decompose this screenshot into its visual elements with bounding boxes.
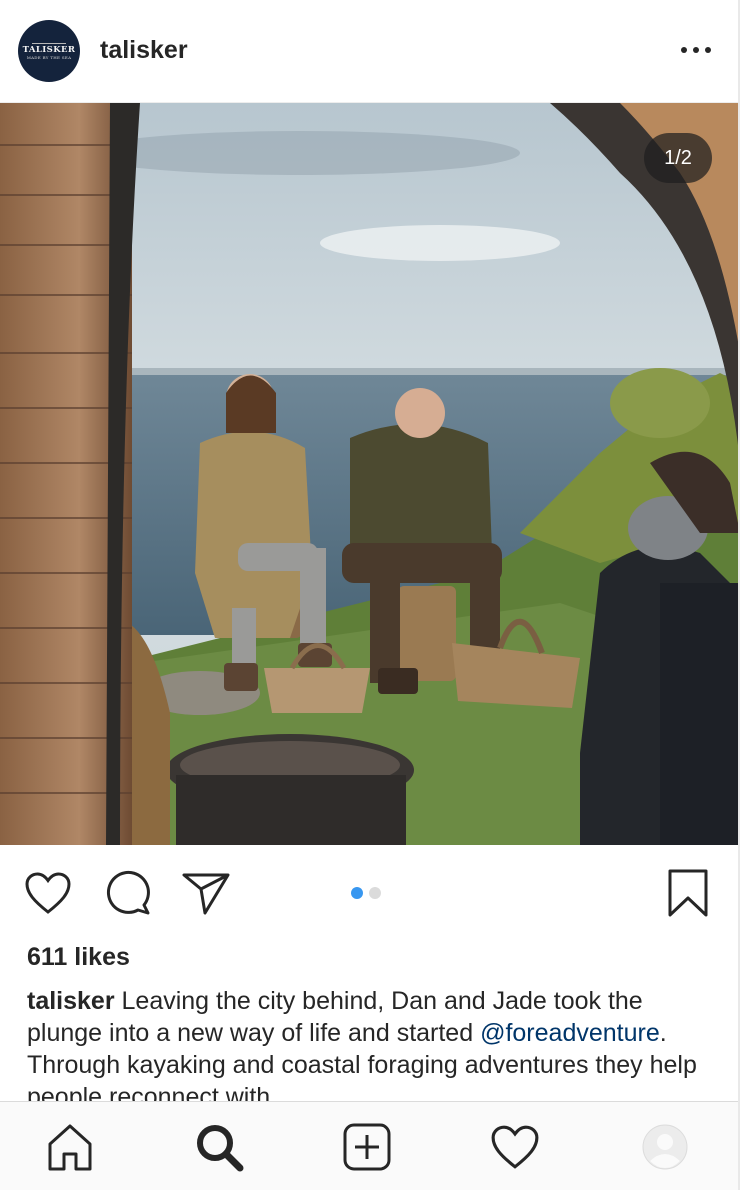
more-horizontal-icon-dot bbox=[705, 47, 711, 53]
likes-count[interactable]: 611 likes bbox=[27, 940, 130, 974]
nav-search-button[interactable] bbox=[192, 1120, 246, 1174]
profile-avatar-icon bbox=[642, 1124, 688, 1170]
bookmark-icon bbox=[668, 869, 708, 917]
add-post-icon bbox=[343, 1123, 391, 1171]
carousel-dot bbox=[369, 887, 381, 899]
carousel-indicator bbox=[351, 887, 381, 899]
bottom-nav-bar bbox=[0, 1101, 740, 1190]
logo-rule bbox=[32, 42, 66, 44]
save-button[interactable] bbox=[662, 869, 714, 917]
avatar-logo-text: TALISKER bbox=[22, 44, 76, 55]
avatar-logo-subtext: MADE BY THE SEA bbox=[26, 54, 72, 60]
post-header: TALISKER MADE BY THE SEA talisker bbox=[0, 0, 740, 103]
home-icon bbox=[48, 1124, 92, 1171]
caption-username[interactable]: talisker bbox=[27, 987, 115, 1015]
carousel-dot-active bbox=[351, 887, 363, 899]
image-counter-badge: 1/2 bbox=[644, 133, 712, 183]
paper-plane-icon bbox=[182, 873, 230, 915]
nav-home-button[interactable] bbox=[43, 1120, 97, 1174]
nav-new-post-button[interactable] bbox=[340, 1120, 394, 1174]
heart-icon bbox=[25, 872, 71, 914]
comment-button[interactable] bbox=[102, 869, 154, 917]
search-icon bbox=[197, 1125, 244, 1172]
nav-profile-button[interactable] bbox=[638, 1120, 692, 1174]
activity-heart-icon bbox=[491, 1125, 539, 1169]
nav-activity-button[interactable] bbox=[488, 1120, 542, 1174]
post-username[interactable]: talisker bbox=[100, 34, 188, 66]
avatar[interactable]: TALISKER MADE BY THE SEA bbox=[18, 20, 80, 82]
share-button[interactable] bbox=[180, 869, 232, 917]
like-button[interactable] bbox=[22, 869, 74, 917]
post-caption: talisker Leaving the city behind, Dan an… bbox=[27, 985, 717, 1101]
more-horizontal-icon-dot bbox=[693, 47, 699, 53]
caption-mention-link[interactable]: @foreadventure bbox=[480, 1019, 660, 1047]
post-photo-illustration bbox=[0, 103, 740, 845]
post-image[interactable] bbox=[0, 103, 740, 845]
more-horizontal-icon bbox=[681, 47, 687, 53]
more-options-button[interactable] bbox=[672, 34, 720, 66]
comment-icon bbox=[106, 870, 150, 915]
